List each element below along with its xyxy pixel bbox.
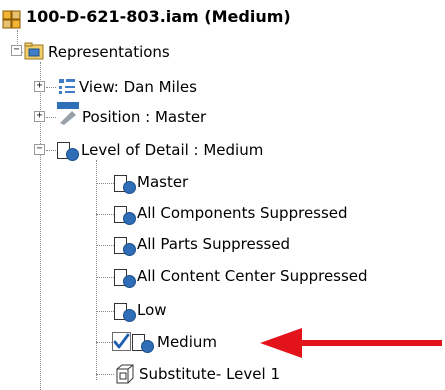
tree-connector (96, 183, 114, 184)
expand-toggle[interactable]: + (34, 81, 45, 92)
representations-label[interactable]: Representations (48, 43, 170, 61)
root-title: 100-D-621-803.iam (Medium) (26, 7, 291, 26)
position-label[interactable]: Position : Master (82, 108, 206, 126)
representations-folder-icon (24, 42, 44, 60)
lod-item-all-content-center-suppressed[interactable]: All Content Center Suppressed (137, 267, 368, 285)
view-representation-icon (59, 79, 75, 94)
collapse-toggle[interactable]: − (11, 45, 22, 56)
position-representation-icon (57, 102, 79, 125)
tree-connector (46, 117, 56, 118)
lod-item-substitute-level-1[interactable]: Substitute- Level 1 (139, 365, 280, 383)
tree-connector (96, 374, 114, 375)
tree-connector (17, 30, 18, 44)
active-checkbox[interactable] (112, 332, 131, 351)
lod-item-all-components-suppressed[interactable]: All Components Suppressed (137, 204, 348, 222)
level-of-detail-label[interactable]: Level of Detail : Medium (81, 141, 263, 159)
lod-item-all-parts-suppressed[interactable]: All Parts Suppressed (137, 235, 290, 253)
lod-item-medium[interactable]: Medium (157, 333, 217, 351)
tree-connector (46, 150, 56, 151)
callout-arrow (260, 328, 442, 358)
expand-toggle[interactable]: + (34, 111, 45, 122)
tree-connector (96, 277, 114, 278)
lod-item-master[interactable]: Master (137, 173, 188, 191)
tree-connector (46, 87, 56, 88)
assembly-icon (2, 10, 21, 29)
substitute-icon (116, 364, 134, 384)
tree-connector (96, 160, 97, 380)
view-label[interactable]: View: Dan Miles (79, 78, 197, 96)
collapse-toggle[interactable]: − (34, 144, 45, 155)
tree-connector (96, 245, 114, 246)
tree-connector (96, 342, 112, 343)
lod-item-low[interactable]: Low (137, 301, 167, 319)
tree-connector (96, 214, 114, 215)
tree-connector (96, 311, 114, 312)
checkmark-icon (113, 333, 130, 349)
